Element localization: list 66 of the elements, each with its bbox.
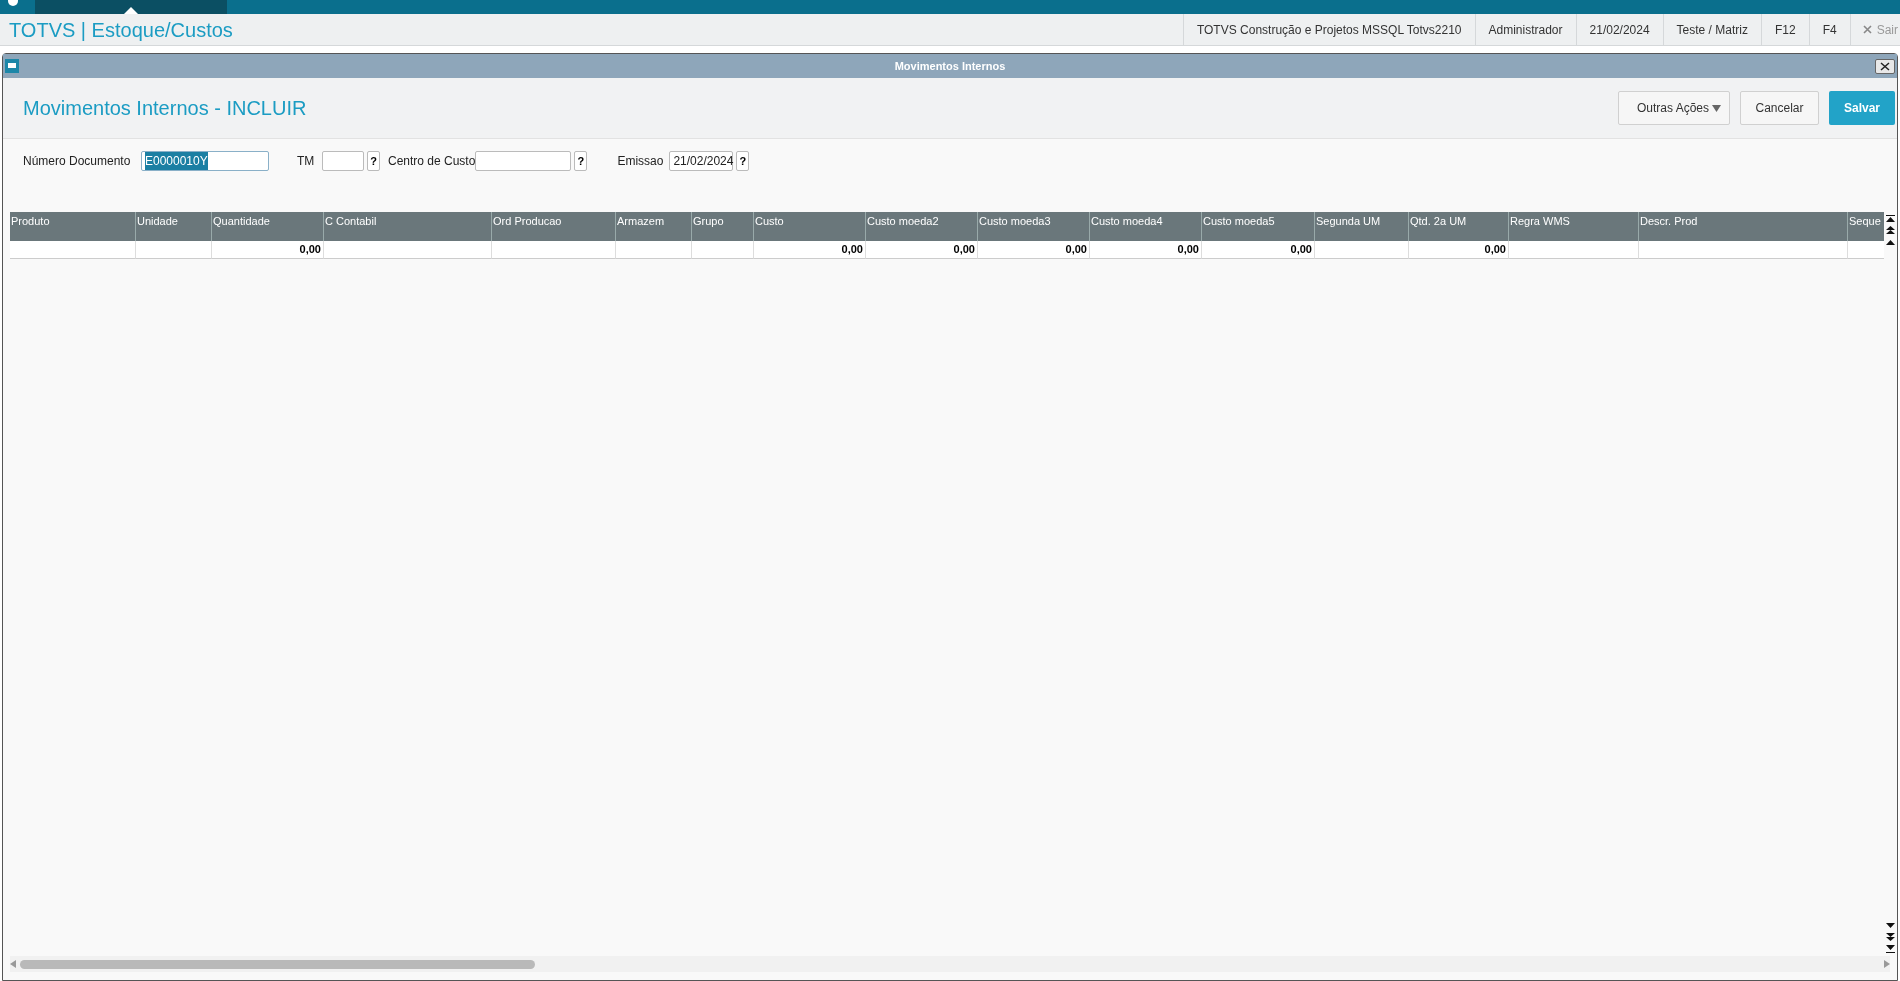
vertical-scrollbar[interactable] [1884,212,1896,956]
field-label: TM [297,153,316,170]
field-label: Emissao [617,153,665,170]
last-icon[interactable] [1885,945,1895,954]
text-field[interactable]: 21/02/2024 [669,151,734,171]
column-header[interactable]: Armazem [616,212,692,241]
text-field[interactable] [475,151,572,171]
column-header[interactable]: Custo moeda3 [978,212,1090,241]
column-header[interactable]: Grupo [692,212,754,241]
up-icon[interactable] [1885,238,1895,247]
cancel-button[interactable]: Cancelar [1740,91,1819,125]
caret-icon [1712,104,1721,112]
column-header[interactable]: Unidade [136,212,212,241]
column-header[interactable]: C Contabil [324,212,492,241]
lookup-button[interactable]: ? [367,151,380,171]
page-up-icon[interactable] [1885,226,1895,235]
column-header[interactable]: Custo moeda2 [866,212,978,241]
column-header[interactable]: Ord Producao [492,212,616,241]
column-header[interactable]: Qtd. 2a UM [1409,212,1509,241]
table-cell: 0,00 [978,241,1090,259]
column-header[interactable]: Custo [754,212,866,241]
column-header[interactable]: Produto [10,212,136,241]
window-icon [5,59,19,73]
dialog-heading: Movimentos Internos - INCLUIR [23,96,307,121]
table-cell: 0,00 [866,241,978,259]
column-header[interactable]: Custo moeda5 [1202,212,1315,241]
exit-button[interactable]: Sair [1849,14,1900,45]
left-icon [10,960,16,968]
save-button[interactable]: Salvar [1829,91,1895,125]
column-header[interactable]: Segunda UM [1315,212,1409,241]
horizontal-scrollbar[interactable] [10,956,1890,972]
column-header[interactable]: Regra WMS [1509,212,1639,241]
header-info[interactable]: F4 [1808,14,1850,45]
text-field[interactable] [322,151,364,171]
more-actions-button[interactable]: Outras Ações [1618,91,1730,125]
module-tab[interactable] [35,0,227,14]
table-cell: 0,00 [1202,241,1315,259]
header-info: 21/02/2024 [1575,14,1663,45]
header-info: TOTVS Construção e Projetos MSSQL Totvs2210 [1182,14,1475,45]
header-info: Administrador [1474,14,1576,45]
column-header[interactable]: Seque [1848,212,1884,241]
header-info[interactable]: F12 [1760,14,1809,45]
table-cell: 0,00 [1090,241,1202,259]
close-icon [1880,61,1890,71]
page-down-icon[interactable] [1885,933,1895,942]
app-title: TOTVS | Estoque/Custos [9,17,233,43]
close-icon [1862,25,1872,34]
column-header[interactable]: Quantidade [212,212,324,241]
down-icon[interactable] [1885,921,1895,930]
field-label: Centro de Custo [388,153,476,170]
close-button[interactable] [1875,58,1895,74]
right-icon [1884,960,1890,968]
column-header[interactable]: Descr. Prod [1639,212,1848,241]
text-field[interactable]: E0000010Y [141,151,269,171]
field-label: Número Documento [23,153,132,170]
column-header[interactable]: Custo moeda4 [1090,212,1202,241]
first-icon[interactable] [1885,214,1895,223]
table-cell: 0,00 [1409,241,1509,259]
pointer-icon [124,7,138,14]
scroll-thumb[interactable] [20,959,535,969]
dialog-title: Movimentos Internos [894,58,1006,74]
table-cell: 0,00 [754,241,866,259]
table-cell: 0,00 [212,241,324,259]
header-info: Teste / Matriz [1662,14,1761,45]
lookup-button[interactable]: ? [736,151,750,171]
lookup-button[interactable]: ? [574,151,588,171]
